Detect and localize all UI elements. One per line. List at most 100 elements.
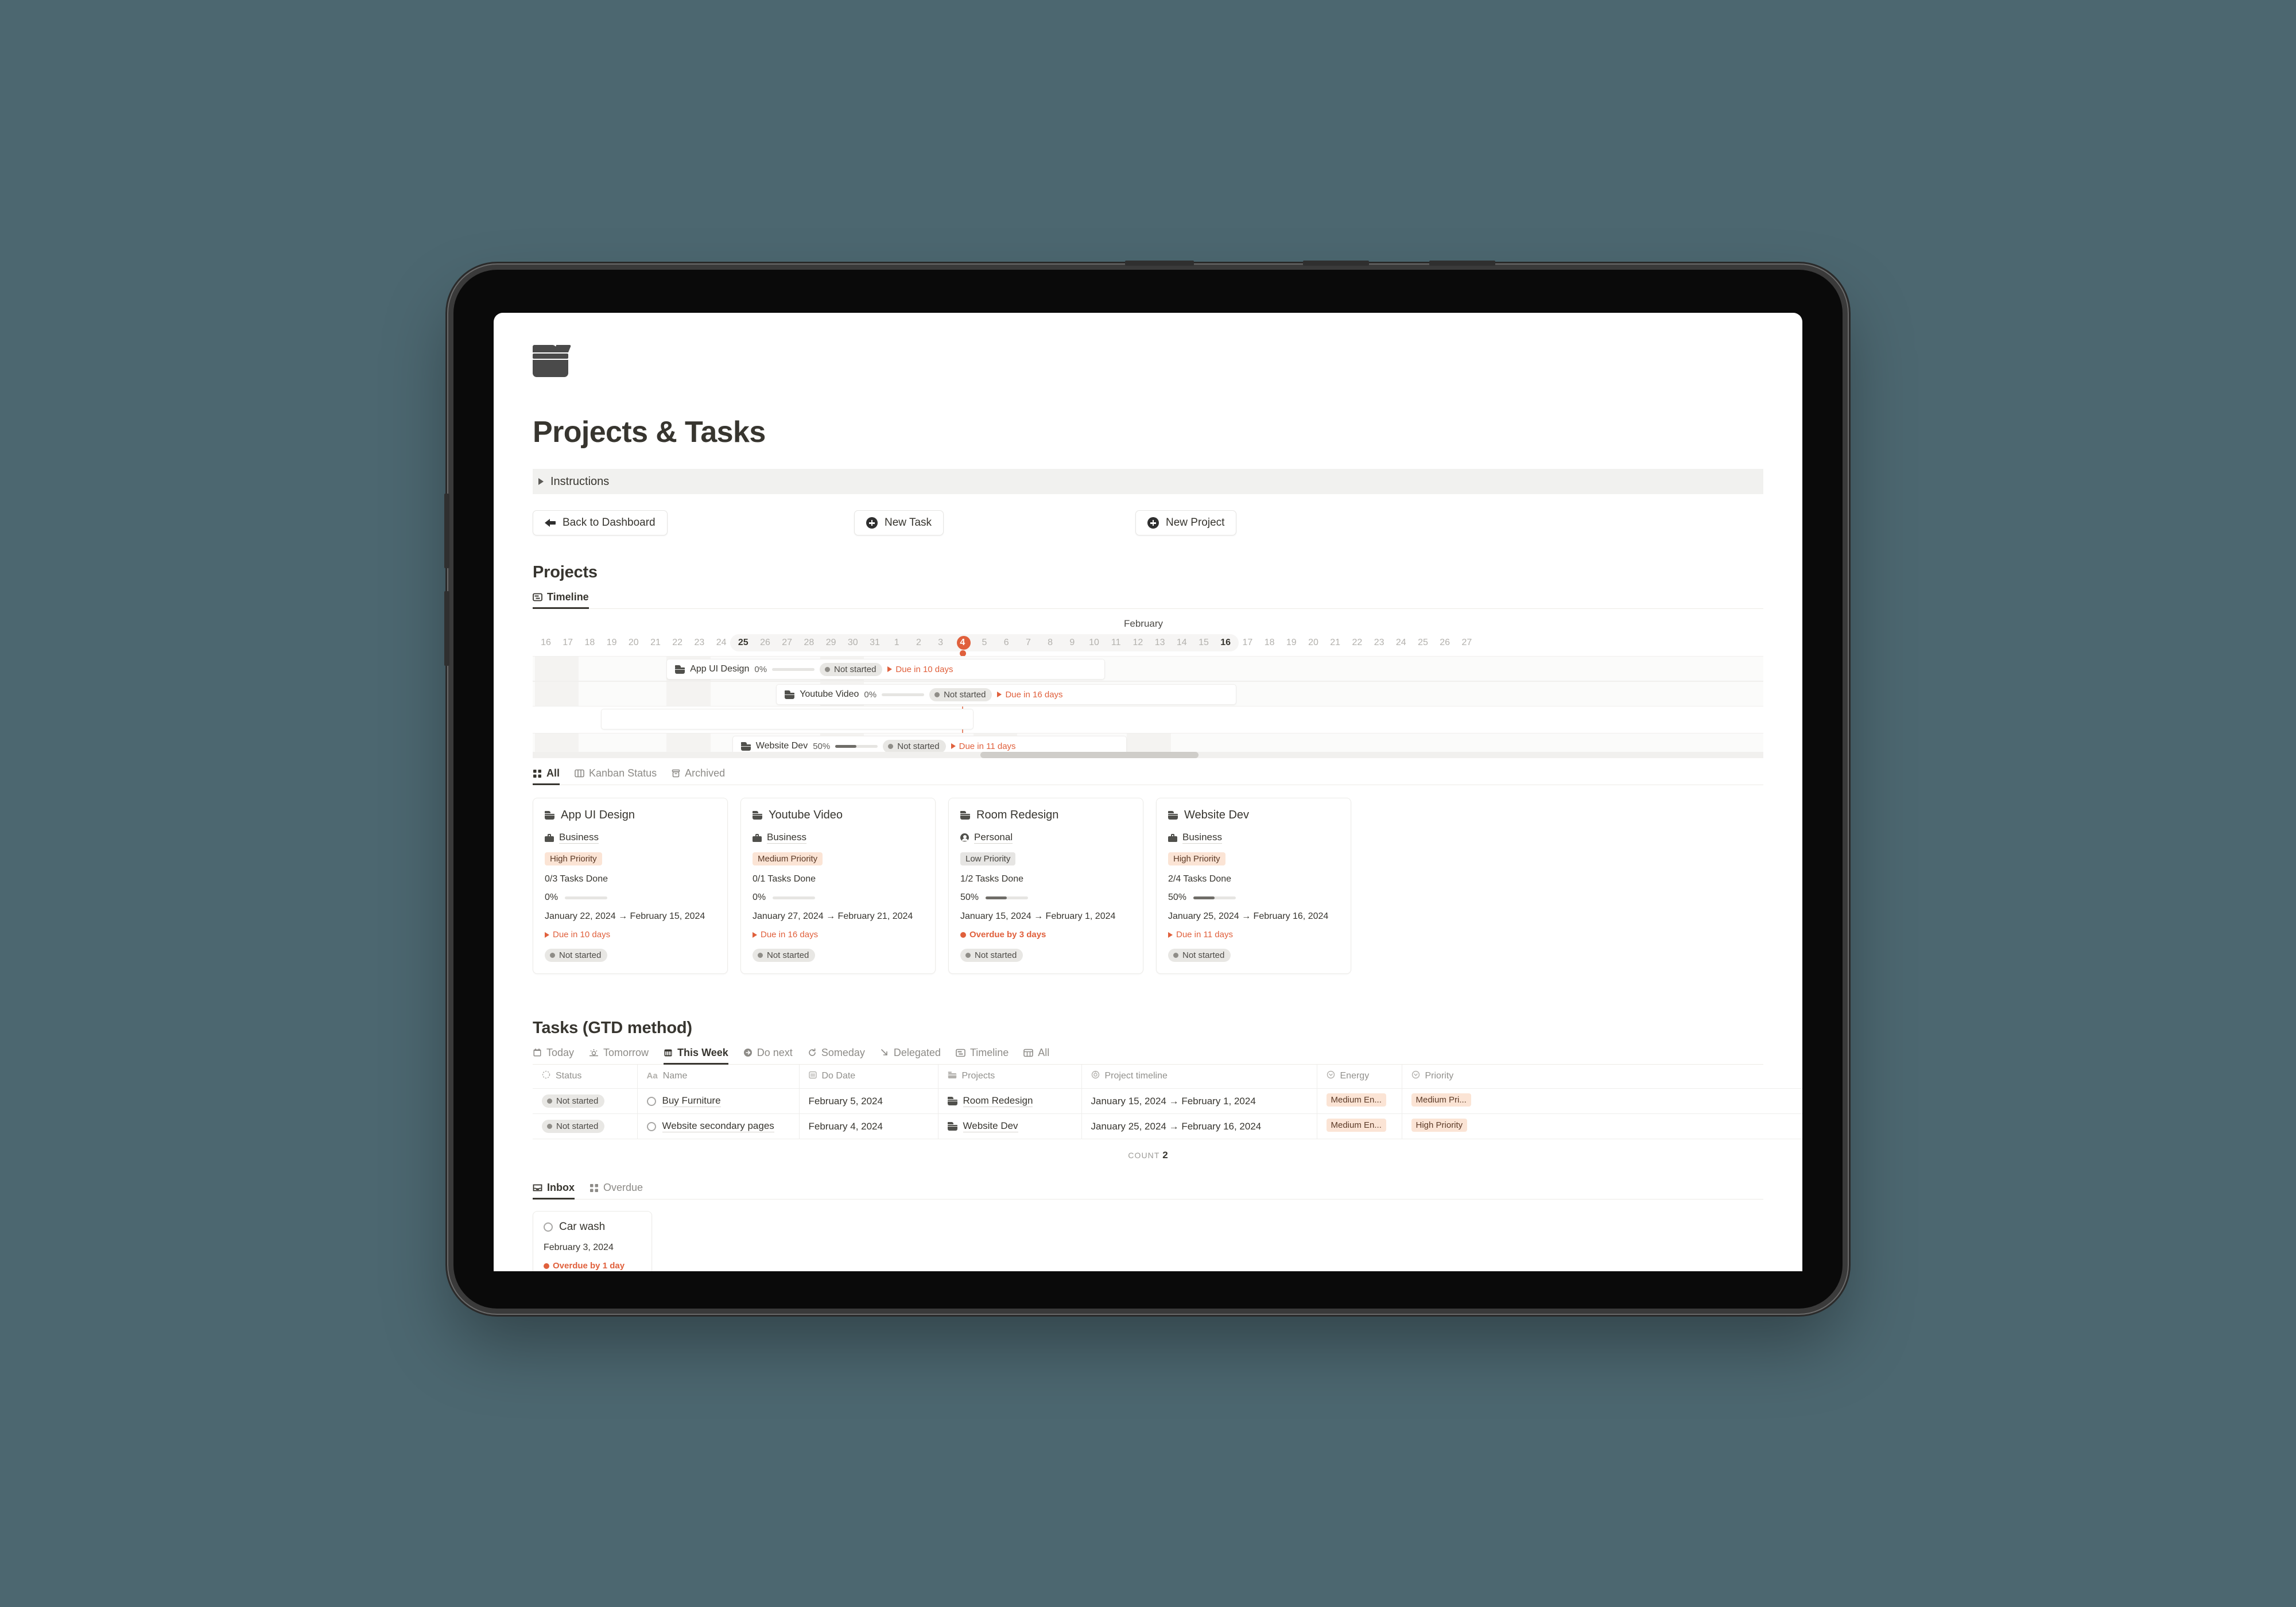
calendar-icon xyxy=(808,1070,817,1082)
calendar-icon xyxy=(533,1048,542,1057)
tab-label: This Week xyxy=(677,1046,728,1058)
status-dot-icon xyxy=(550,952,555,958)
checkbox-circle-icon[interactable] xyxy=(646,1096,656,1106)
cell-energy[interactable]: Medium En... xyxy=(1317,1113,1402,1139)
column-header-project-timeline[interactable]: Project timeline xyxy=(1081,1064,1317,1089)
cell-name[interactable]: Buy Furniture xyxy=(637,1088,800,1114)
column-header-energy[interactable]: Energy xyxy=(1317,1064,1402,1089)
projects-timeline[interactable]: February 16 17 18 19 20 21 22 23 24 25 26 27 28 29 30 3… xyxy=(533,615,1763,758)
table-row[interactable]: Not started Website secondary pages Februa… xyxy=(533,1113,1802,1139)
tab-timeline[interactable]: Timeline xyxy=(533,591,589,609)
cell-project[interactable]: Room Redesign xyxy=(938,1088,1082,1114)
timeline-rows: App UI Design 0% Not started Due in 10 days… xyxy=(533,656,1763,758)
cell-do-date[interactable]: February 5, 2024 xyxy=(799,1088,938,1114)
tab-all-projects-label: All xyxy=(546,767,560,779)
notion-page: Projects & Tasks Instructions Back to Da… xyxy=(494,313,1802,1271)
overdue-dot-icon xyxy=(960,931,966,938)
tab-timeline[interactable]: Timeline xyxy=(956,1047,1009,1064)
priority-badge: Medium Pri... xyxy=(1411,1093,1471,1107)
status-dot-icon xyxy=(965,952,971,958)
refresh-icon xyxy=(808,1048,817,1057)
column-header-label: Status xyxy=(556,1071,582,1081)
timeline-bar-room-redesign[interactable] xyxy=(600,709,974,729)
tab-kanban-status[interactable]: Kanban Status xyxy=(575,767,657,785)
project-view-tabbar: Timeline xyxy=(533,591,1763,609)
tab-today[interactable]: Today xyxy=(533,1047,574,1064)
tab-inbox-label: Inbox xyxy=(547,1182,575,1193)
inbox-card[interactable]: Car wash February 3, 2024 Overdue by 1 day… xyxy=(533,1211,652,1271)
column-header-do-date[interactable]: Do Date xyxy=(799,1064,938,1089)
project-card-dates: January 15, 2024 → February 1, 2024 xyxy=(960,911,1116,921)
timeline-scrollbar-thumb[interactable] xyxy=(980,752,1199,758)
tab-archived[interactable]: Archived xyxy=(672,767,725,785)
cell-project[interactable]: Website Dev xyxy=(938,1113,1082,1139)
cell-priority[interactable]: High Priority xyxy=(1402,1113,1802,1139)
cell-priority[interactable]: Medium Pri... xyxy=(1402,1088,1802,1114)
column-header-label: Projects xyxy=(961,1071,995,1081)
tab-do-next[interactable]: Do next xyxy=(743,1047,793,1064)
timeline-day-14: 14 xyxy=(1176,638,1187,647)
table-row[interactable]: Not started Buy Furniture February 5, 2024… xyxy=(533,1088,1802,1114)
column-header-label: Do Date xyxy=(821,1071,856,1081)
tab-overdue[interactable]: Overdue xyxy=(589,1182,643,1199)
column-header-status[interactable]: Status xyxy=(533,1064,638,1089)
cell-project-timeline[interactable]: January 15, 2024 → February 1, 2024 xyxy=(1081,1088,1317,1114)
tab-inbox[interactable]: Inbox xyxy=(533,1182,575,1200)
column-header-priority[interactable]: Priority xyxy=(1402,1064,1802,1089)
volume-up-button[interactable] xyxy=(1303,261,1369,266)
tab-label: Today xyxy=(546,1046,575,1058)
timeline-day-22: 22 xyxy=(1352,638,1363,647)
back-to-dashboard-button[interactable]: Back to Dashboard xyxy=(533,510,668,535)
tasks-count-value: 2 xyxy=(1162,1150,1168,1160)
timeline-bar-youtube-video[interactable]: Youtube Video 0% Not started Due in 16 days xyxy=(776,684,1237,705)
project-card-category: Business xyxy=(753,832,924,844)
inbox-card-title: Car wash xyxy=(544,1221,641,1233)
tab-timeline-label: Timeline xyxy=(547,591,589,603)
tab-all[interactable]: All xyxy=(1023,1047,1049,1064)
cell-status[interactable]: Not started xyxy=(533,1113,638,1139)
new-project-button[interactable]: New Project xyxy=(1135,510,1237,535)
cell-status[interactable]: Not started xyxy=(533,1088,638,1114)
timeline-day-8: 8 xyxy=(1048,638,1053,647)
side-button-1[interactable] xyxy=(444,494,449,568)
project-card[interactable]: App UI Design Business High Priority 0/3 Ta… xyxy=(533,798,728,974)
sunrise-icon xyxy=(589,1049,599,1057)
cell-project-timeline[interactable]: January 25, 2024 → February 16, 2024 xyxy=(1081,1113,1317,1139)
timeline-day-31: 31 xyxy=(870,638,880,647)
cell-do-date[interactable]: February 4, 2024 xyxy=(799,1113,938,1139)
project-card-progress: 0% xyxy=(753,892,924,903)
project-card[interactable]: Youtube Video Business Medium Priority 0/1 … xyxy=(740,798,936,974)
column-header-label: Priority xyxy=(1425,1071,1454,1081)
power-button[interactable] xyxy=(1125,261,1194,266)
timeline-day-21: 21 xyxy=(650,638,661,647)
due-label: Due in 11 days xyxy=(951,742,1016,751)
timeline-row xyxy=(533,707,1763,733)
grid-icon xyxy=(533,769,541,778)
tab-this-week[interactable]: This Week xyxy=(664,1046,728,1065)
checkbox-circle-icon[interactable] xyxy=(646,1121,656,1131)
timeline-row: Youtube Video 0% Not started Due in 16 days xyxy=(533,681,1763,707)
cell-name[interactable]: Website secondary pages xyxy=(637,1113,800,1139)
project-card[interactable]: Website Dev Business High Priority 2/4 Task… xyxy=(1156,798,1351,974)
inbox-icon xyxy=(533,1184,542,1191)
checkbox-circle-icon[interactable] xyxy=(544,1222,553,1232)
tab-tomorrow[interactable]: Tomorrow xyxy=(589,1047,649,1064)
instructions-toggle[interactable]: Instructions xyxy=(533,469,1763,494)
tasks-table-body: Not started Buy Furniture February 5, 2024… xyxy=(533,1088,1802,1139)
due-label: Due in 10 days xyxy=(887,665,953,674)
timeline-bar-app-ui-design[interactable]: App UI Design 0% Not started Due in 10 days xyxy=(666,659,1106,680)
side-button-2[interactable] xyxy=(444,591,449,666)
column-header-projects[interactable]: Projects xyxy=(938,1064,1082,1089)
tab-someday[interactable]: Someday xyxy=(808,1047,865,1064)
volume-down-button[interactable] xyxy=(1429,261,1495,266)
project-card[interactable]: Room Redesign Personal Low Priority 1/2 Tas… xyxy=(948,798,1143,974)
tab-delegated[interactable]: Delegated xyxy=(880,1047,941,1064)
column-header-name[interactable]: Aa Name xyxy=(637,1064,800,1089)
timeline-day-17: 17 xyxy=(563,638,573,647)
cell-energy[interactable]: Medium En... xyxy=(1317,1088,1402,1114)
timeline-icon xyxy=(533,593,542,601)
new-task-button[interactable]: New Task xyxy=(854,510,944,535)
progress-bar xyxy=(565,896,608,899)
timeline-scrollbar-track[interactable] xyxy=(533,752,1763,758)
tab-all-projects[interactable]: All xyxy=(533,767,560,785)
